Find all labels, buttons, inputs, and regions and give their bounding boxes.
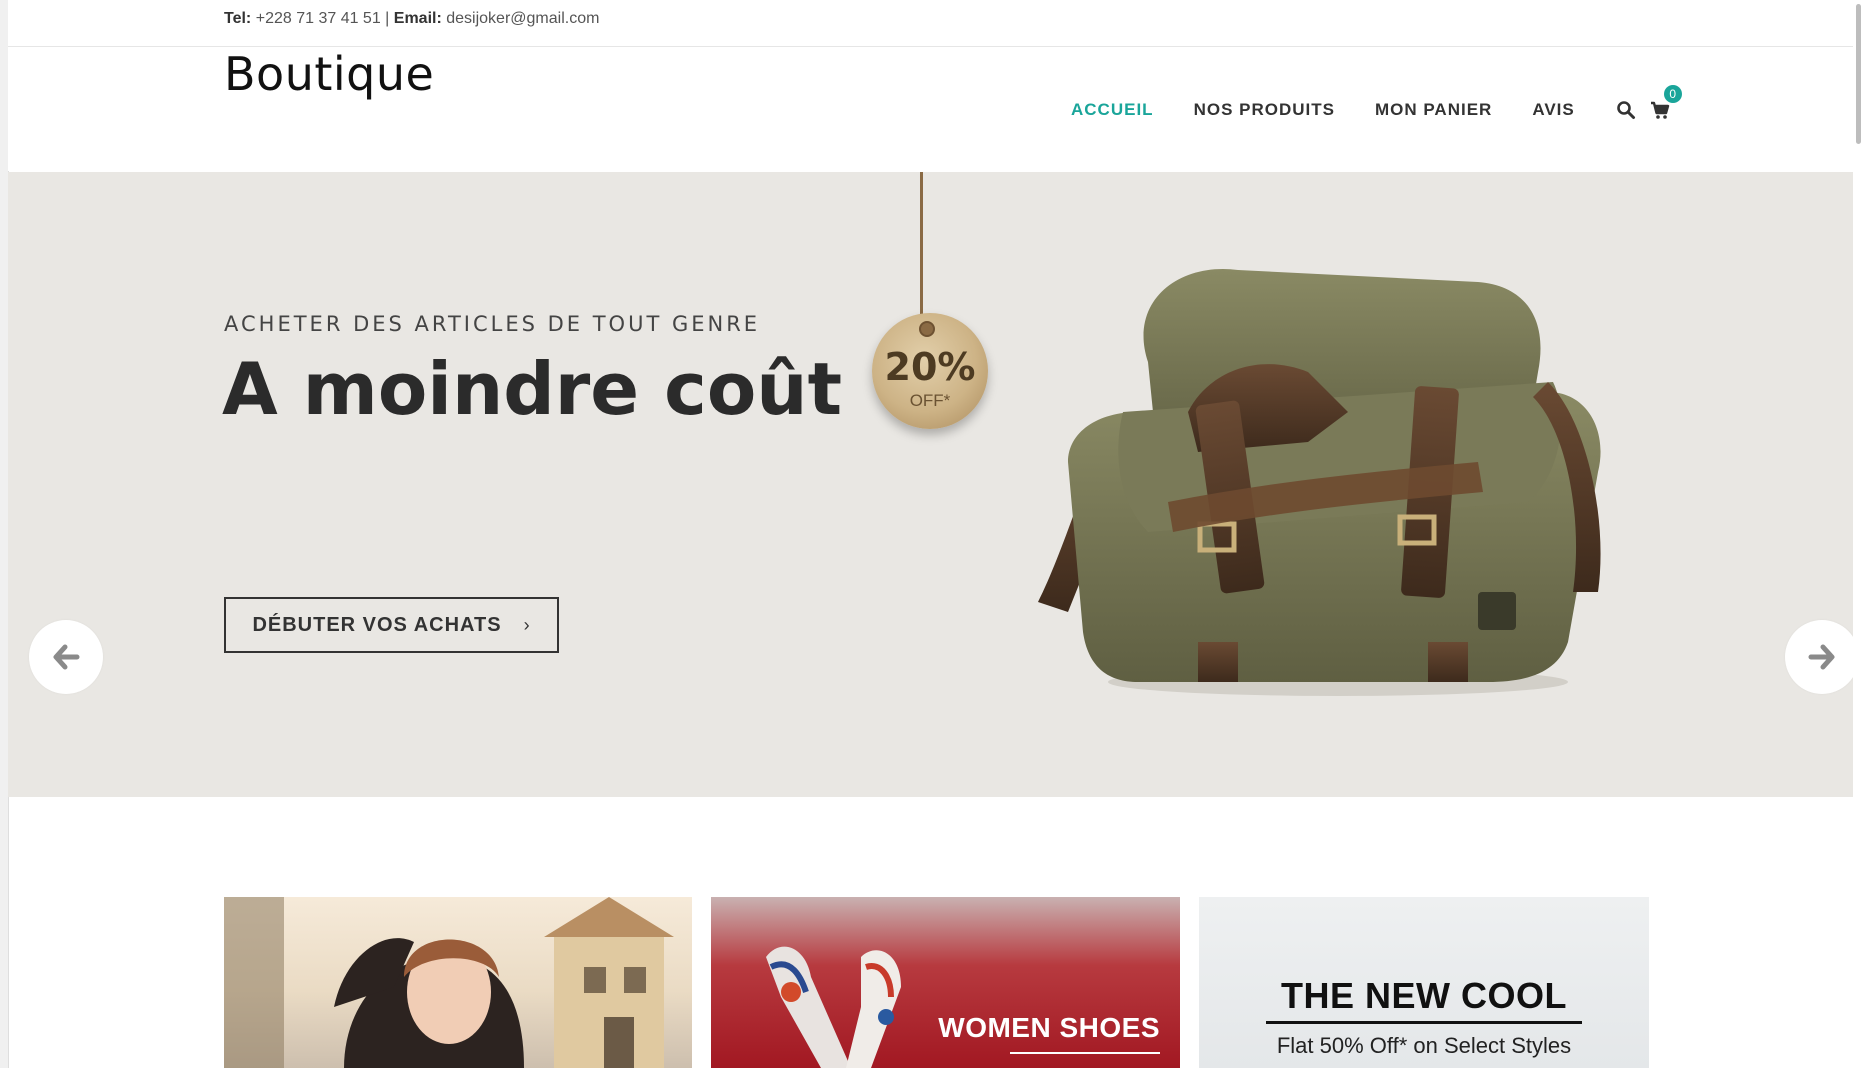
- scrollbar[interactable]: [1853, 0, 1863, 1068]
- hero-kicker: ACHETER DES ARTICLES DE TOUT GENRE: [224, 312, 761, 336]
- email-label: Email:: [393, 10, 442, 27]
- promo-banner-women-shoes[interactable]: WOMEN SHOES: [711, 897, 1180, 1068]
- messenger-bag-image: [1038, 268, 1601, 696]
- slider-prev-button[interactable]: [29, 620, 103, 694]
- scrollbar-thumb[interactable]: [1856, 4, 1861, 144]
- women-shoes-title: WOMEN SHOES: [938, 1012, 1160, 1043]
- promo-banner-new-cool[interactable]: THE NEW COOL Flat 50% Off* on Select Sty…: [1199, 897, 1649, 1068]
- women-shoes-rule: [1010, 1052, 1160, 1054]
- hero-headline: A moindre coût: [222, 347, 842, 431]
- nav-item-mon-panier[interactable]: MON PANIER: [1375, 100, 1492, 120]
- hero-slider: ACHETER DES ARTICLES DE TOUT GENRE A moi…: [8, 172, 1863, 797]
- tag-hole: [919, 321, 935, 337]
- search-icon[interactable]: [1615, 99, 1637, 121]
- tag-string: [920, 172, 923, 324]
- chevron-right-icon: ›: [523, 614, 531, 635]
- top-contact-bar: Tel: +228 71 37 41 51 | Email: desijoker…: [8, 0, 1863, 47]
- tel-value: +228 71 37 41 51 |: [255, 10, 390, 27]
- arrow-right-icon: [1808, 644, 1835, 670]
- cart-icon: [1650, 101, 1669, 119]
- tag-off: OFF*: [909, 391, 951, 410]
- cart-count-badge: 0: [1663, 85, 1682, 103]
- model-photo: [224, 897, 674, 1068]
- nav-item-avis[interactable]: AVIS: [1532, 100, 1574, 120]
- discount-tag: 20% OFF*: [872, 313, 988, 429]
- contact-info: Tel: +228 71 37 41 51 | Email: desijoker…: [224, 10, 599, 28]
- email-value[interactable]: desijoker@gmail.com: [446, 10, 599, 27]
- cart-button[interactable]: 0: [1649, 85, 1682, 121]
- slider-next-button[interactable]: [1785, 620, 1859, 694]
- tag-percent: 20%: [884, 345, 976, 389]
- promo-banner-fashion[interactable]: [224, 897, 692, 1068]
- brand-logo[interactable]: Boutique: [224, 47, 434, 101]
- nav-item-accueil[interactable]: ACCUEIL: [1071, 100, 1154, 120]
- nav-item-nos-produits[interactable]: NOS PRODUITS: [1194, 100, 1335, 120]
- new-cool-subtitle: Flat 50% Off* on Select Styles: [1276, 1033, 1572, 1058]
- new-cool-title: THE NEW COOL: [1281, 975, 1567, 1016]
- site-header: Boutique ACCUEIL NOS PRODUITS MON PANIER…: [8, 47, 1863, 171]
- start-shopping-label: DÉBUTER VOS ACHATS: [252, 613, 502, 636]
- main-nav: ACCUEIL NOS PRODUITS MON PANIER AVIS 0: [1071, 85, 1682, 121]
- start-shopping-button[interactable]: DÉBUTER VOS ACHATS ›: [224, 597, 559, 653]
- new-cool-rule: [1266, 1021, 1582, 1024]
- arrow-left-icon: [53, 644, 80, 670]
- tel-label: Tel:: [224, 10, 252, 27]
